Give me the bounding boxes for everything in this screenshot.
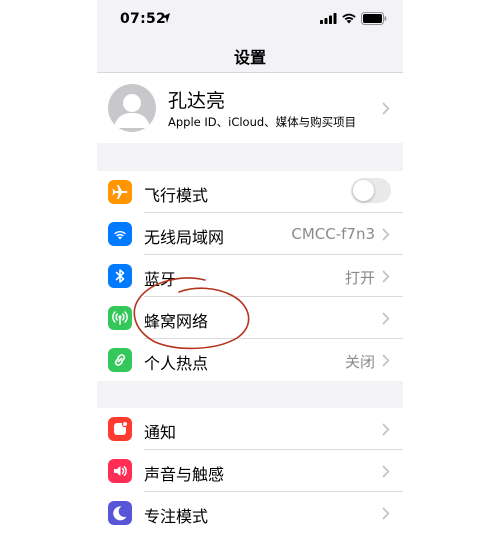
- avatar: [108, 84, 156, 132]
- row-label-focus: 专注模式: [144, 507, 209, 526]
- row-label-notifications: 通知: [144, 423, 177, 442]
- wifi-status-icon: [342, 13, 356, 24]
- settings-row-wlan[interactable]: 无线局域网 CMCC-f7n3: [97, 213, 403, 255]
- airplane-mode-toggle[interactable]: [351, 178, 391, 203]
- sound-icon: [108, 459, 132, 483]
- status-bar: 07:52: [97, 0, 403, 36]
- chevron-right-icon: [382, 507, 390, 520]
- chevron-right-icon: [382, 465, 390, 478]
- profile-name: 孔达亮: [168, 90, 226, 112]
- location-arrow-icon: [162, 13, 170, 23]
- chevron-right-icon: [382, 228, 390, 241]
- settings-row-focus[interactable]: 专注模式: [97, 492, 403, 533]
- bluetooth-icon: [108, 264, 132, 288]
- row-label-sounds-haptics: 声音与触感: [144, 465, 225, 484]
- signal-icon: [320, 13, 337, 24]
- cellular-icon: [108, 306, 132, 330]
- person-icon: [114, 94, 150, 128]
- hotspot-icon: [108, 348, 132, 372]
- network-settings-group: 飞行模式 无线局域网 CMCC-f7n3 蓝牙 打开 蜂窝网络 个人热点 关闭: [97, 171, 403, 381]
- settings-row-personal-hotspot[interactable]: 个人热点 关闭: [97, 339, 403, 381]
- notification-icon: [108, 417, 132, 441]
- settings-screen: 07:52 设置 孔达亮 Apple ID、iCloud、媒体与购买项目 飞行模…: [97, 0, 403, 533]
- chevron-right-icon: [382, 423, 390, 436]
- airplane-icon: [108, 180, 132, 204]
- chevron-right-icon: [382, 354, 390, 367]
- status-time: 07:52: [120, 11, 167, 27]
- settings-row-sounds-haptics[interactable]: 声音与触感: [97, 450, 403, 492]
- row-label-personal-hotspot: 个人热点: [144, 354, 209, 373]
- row-label-bluetooth: 蓝牙: [144, 270, 177, 289]
- toggle-knob: [353, 180, 374, 201]
- chevron-right-icon: [382, 270, 390, 283]
- notification-settings-group: 通知 声音与触感 专注模式: [97, 408, 403, 533]
- battery-icon: [361, 12, 387, 25]
- settings-row-notifications[interactable]: 通知: [97, 408, 403, 450]
- profile-subtitle: Apple ID、iCloud、媒体与购买项目: [168, 115, 357, 129]
- apple-id-profile-row[interactable]: 孔达亮 Apple ID、iCloud、媒体与购买项目: [97, 73, 403, 143]
- chevron-right-icon: [382, 102, 390, 115]
- page-title: 设置: [233, 48, 266, 67]
- row-value-personal-hotspot: 关闭: [344, 353, 375, 371]
- row-label-airplane-mode: 飞行模式: [144, 186, 209, 205]
- row-value-bluetooth: 打开: [344, 269, 375, 287]
- wifi-icon: [108, 222, 132, 246]
- focus-moon-icon: [108, 501, 132, 525]
- row-value-wlan: CMCC-f7n3: [291, 225, 375, 243]
- chevron-right-icon: [382, 312, 390, 325]
- settings-row-airplane-mode: 飞行模式: [97, 171, 403, 213]
- row-label-wlan: 无线局域网: [144, 228, 225, 247]
- settings-row-bluetooth[interactable]: 蓝牙 打开: [97, 255, 403, 297]
- row-label-cellular: 蜂窝网络: [144, 312, 209, 331]
- settings-row-cellular[interactable]: 蜂窝网络: [97, 297, 403, 339]
